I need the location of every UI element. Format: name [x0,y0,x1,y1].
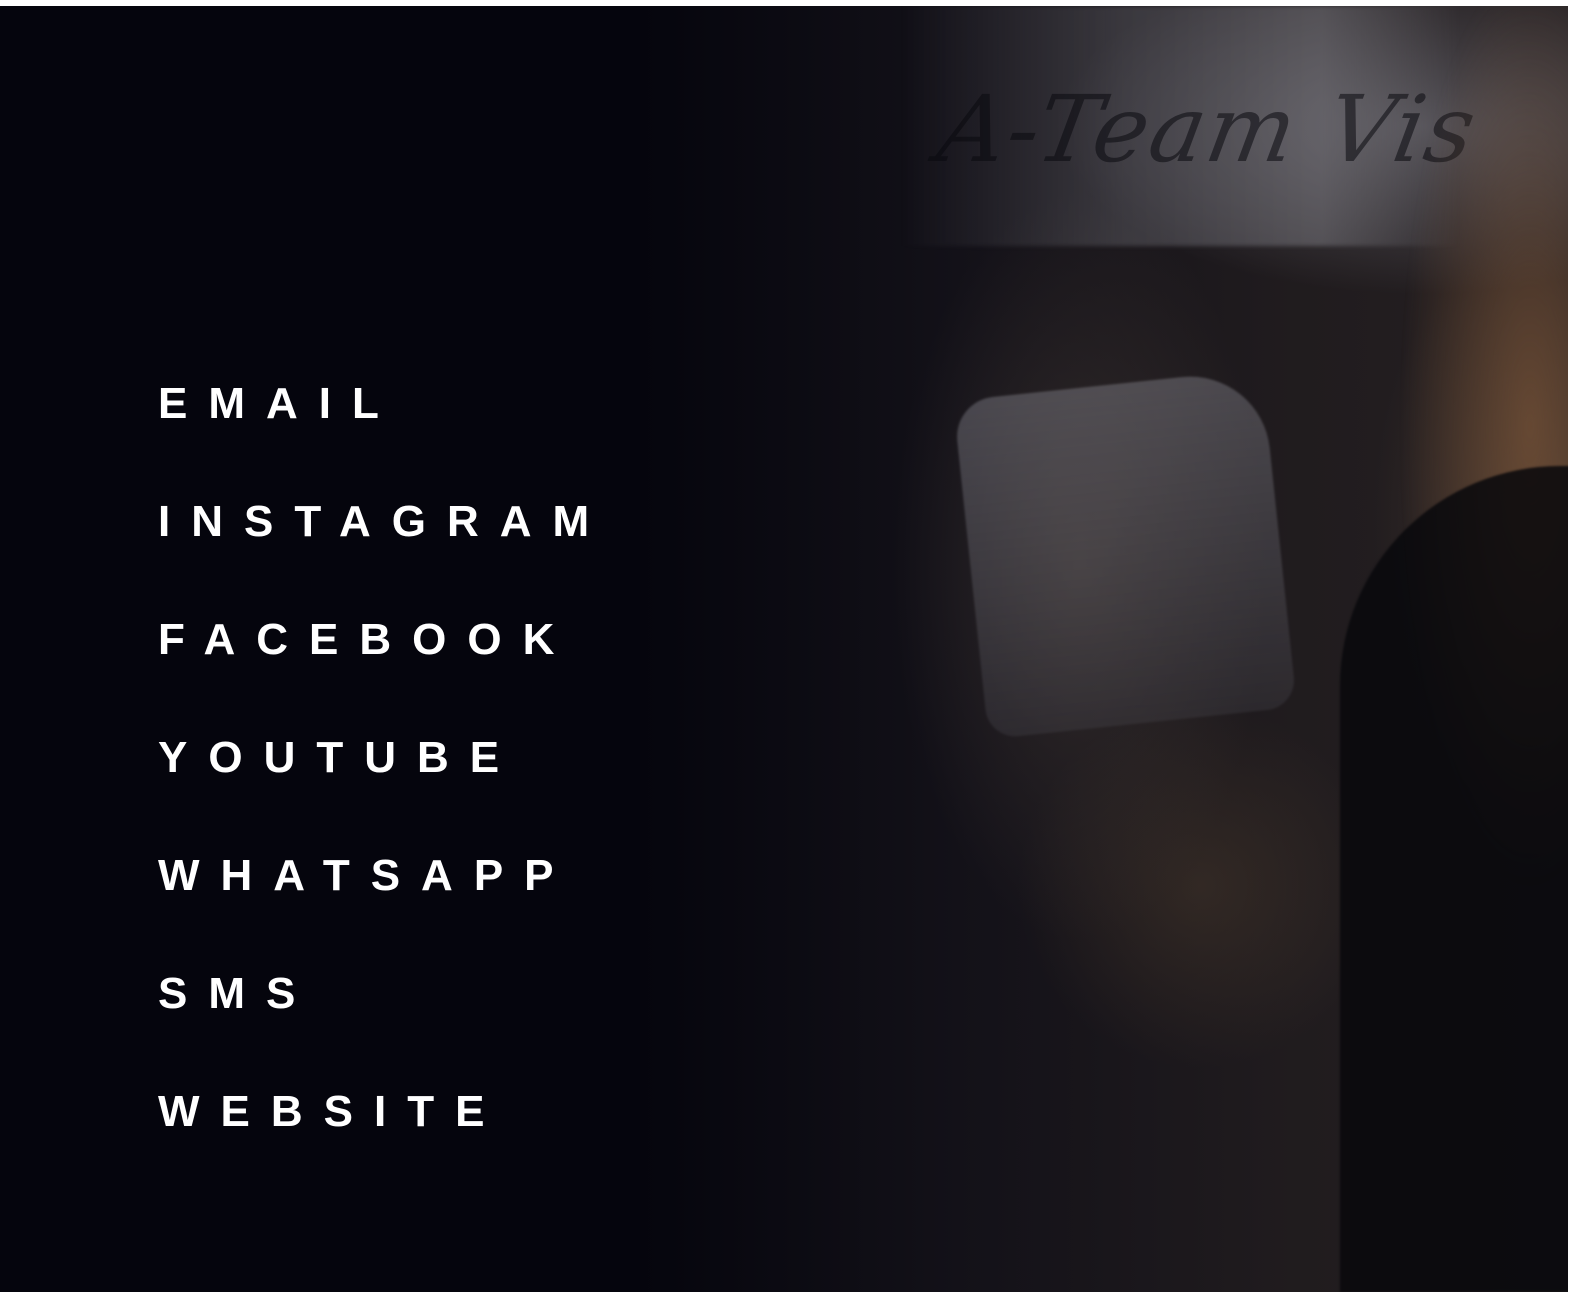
youtube-link[interactable]: YOUTUBE [158,726,520,790]
page-canvas: A-Team Vis EMAIL INSTAGRAM FACEBOOK YOUT… [0,6,1568,1292]
instagram-link[interactable]: INSTAGRAM [158,490,610,554]
contact-menu: EMAIL INSTAGRAM FACEBOOK YOUTUBE WHATSAP… [158,372,610,1198]
menu-item-sms: SMS [158,962,610,1080]
menu-item-facebook: FACEBOOK [158,608,610,726]
menu-item-website: WEBSITE [158,1080,610,1198]
email-link[interactable]: EMAIL [158,372,400,436]
menu-item-instagram: INSTAGRAM [158,490,610,608]
menu-item-email: EMAIL [158,372,610,490]
whatsapp-link[interactable]: WHATSAPP [158,844,575,908]
menu-item-whatsapp: WHATSAPP [158,844,610,962]
menu-item-youtube: YOUTUBE [158,726,610,844]
website-link[interactable]: WEBSITE [158,1080,505,1144]
sms-link[interactable]: SMS [158,962,316,1026]
background-chair [953,368,1297,740]
facebook-link[interactable]: FACEBOOK [158,608,575,672]
background-photo: A-Team Vis [640,6,1568,1292]
background-person-body [1340,466,1568,1292]
